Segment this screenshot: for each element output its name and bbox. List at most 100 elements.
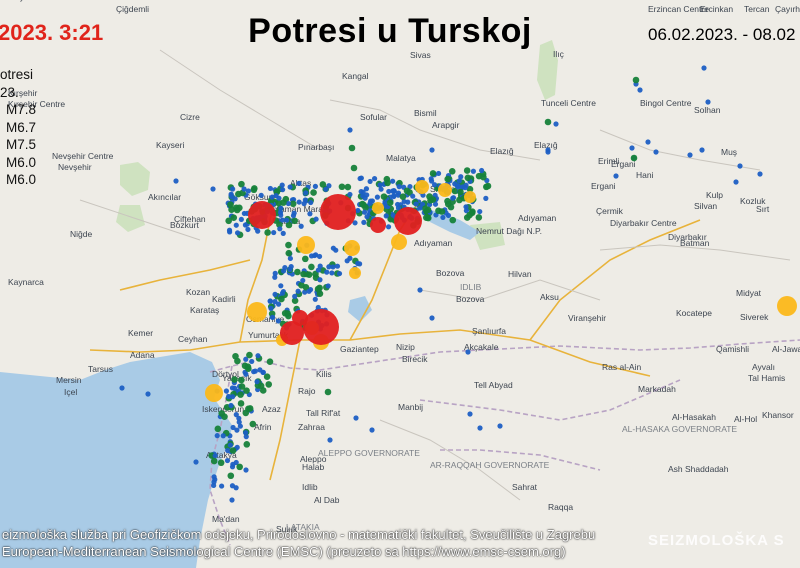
quake-marker-medium — [257, 382, 265, 390]
quake-marker-small — [243, 371, 249, 377]
quake-marker-medium — [266, 358, 274, 366]
quake-marker-large — [297, 236, 315, 254]
place-label: Kocatepe — [676, 308, 712, 318]
quake-marker-medium — [338, 183, 346, 191]
place-label: Al-Hasakah — [672, 412, 716, 422]
place-label: Diyarbakır Centre — [610, 218, 677, 228]
quake-marker-large — [464, 191, 476, 203]
place-label: Çermik — [596, 206, 624, 216]
quake-marker-medium — [444, 197, 451, 205]
quake-marker-medium — [386, 199, 394, 206]
quake-marker-small — [479, 167, 485, 174]
place-label: Karataş — [190, 305, 219, 315]
legend-item-5: M6.0 — [6, 172, 37, 187]
place-label: Tarsus — [88, 364, 113, 374]
quake-marker-small — [637, 87, 643, 93]
date-range: 06.02.2023. - 08.02 — [648, 25, 796, 44]
quake-marker-small — [219, 483, 225, 489]
place-label: Batman — [680, 238, 710, 248]
quake-marker-small — [385, 224, 392, 230]
quake-marker-small — [267, 298, 273, 304]
quake-marker-small — [357, 175, 363, 182]
place-label: Adıyaman — [518, 213, 557, 223]
map-canvas[interactable]: Çiğdemli Erzincan CentreErcinkan Tercan Çay… — [0, 0, 800, 568]
quake-marker-medium — [359, 200, 366, 208]
quake-marker-small — [281, 268, 287, 274]
place-label: Sahrat — [512, 482, 538, 492]
place-label: Ras al-Ain — [602, 362, 641, 372]
legend-heading: otresi — [0, 67, 34, 82]
place-label: Ma'dan — [212, 514, 240, 524]
place-label: Kulp — [706, 190, 723, 200]
legend-item-2: M6.7 — [6, 119, 37, 135]
quake-marker-small — [272, 274, 278, 280]
place-label: Sivas — [410, 50, 431, 60]
quake-marker-small — [378, 186, 384, 192]
quake-marker-medium — [237, 400, 245, 407]
quake-marker-small — [252, 368, 258, 374]
quake-marker-small — [757, 171, 763, 177]
quake-marker-small — [553, 121, 559, 127]
quake-marker-small — [470, 168, 476, 174]
quake-marker-small — [462, 185, 468, 191]
quake-marker-small — [229, 497, 235, 503]
place-label: Tal Hamis — [748, 373, 785, 383]
quake-marker-medium — [236, 463, 243, 471]
quake-marker-small — [429, 147, 435, 153]
quake-marker-small — [296, 199, 302, 205]
quake-marker-medium — [210, 457, 218, 465]
quake-marker-small — [334, 263, 341, 269]
quake-marker-medium — [403, 187, 411, 195]
place-label: Mersin — [56, 375, 82, 385]
quake-marker-small — [428, 176, 434, 182]
quake-marker-small — [497, 423, 503, 429]
place-label: Azaz — [262, 404, 281, 414]
quake-marker-small — [255, 353, 261, 359]
quake-marker-small — [333, 247, 339, 253]
quake-marker-small — [211, 474, 217, 480]
quake-marker-medium — [444, 175, 452, 183]
quake-marker-small — [374, 194, 380, 200]
quake-marker-large — [205, 384, 223, 402]
quake-marker-medium — [424, 206, 432, 214]
quake-marker-medium — [237, 391, 244, 398]
place-label: Nevşehir — [58, 162, 92, 172]
quake-marker-medium — [280, 199, 287, 206]
quake-marker-small — [316, 253, 323, 260]
quake-marker-small — [306, 288, 312, 294]
place-label: Bozova — [436, 268, 465, 278]
quake-marker-small — [234, 230, 241, 236]
place-label: Nusaybin — [0, 0, 36, 2]
quake-marker-small — [687, 152, 693, 158]
quake-marker-small — [455, 183, 461, 189]
quake-marker-small — [173, 178, 179, 184]
quake-marker-small — [280, 230, 286, 236]
place-label: Tall Rif'at — [306, 408, 341, 418]
place-label: Rajo — [298, 386, 316, 396]
quake-marker-small — [267, 185, 273, 192]
place-label: Bozova — [456, 294, 485, 304]
quake-marker-small — [429, 315, 435, 321]
quake-marker-medium — [264, 229, 271, 236]
quake-marker-small — [445, 212, 452, 219]
quake-marker-medium — [278, 295, 285, 303]
place-label: Kozan — [186, 287, 210, 297]
quake-marker-small — [230, 461, 236, 467]
quake-marker-small — [300, 277, 306, 284]
quake-marker-small — [329, 270, 335, 276]
quake-marker-medium — [285, 249, 293, 257]
quake-marker-medium — [475, 214, 483, 221]
quake-marker-small — [243, 467, 249, 473]
quake-marker-small — [227, 229, 233, 235]
quake-marker-small — [325, 283, 331, 289]
place-label: Niğde — [70, 229, 92, 239]
quake-marker-small — [391, 193, 397, 199]
quake-marker-small — [224, 457, 231, 464]
place-label: Kadirli — [212, 294, 236, 304]
quake-marker-small — [277, 226, 283, 232]
quake-marker-small — [268, 305, 274, 311]
place-label: Ayvalı — [752, 362, 775, 372]
place-label: Solhan — [694, 105, 721, 115]
place-label: Kangal — [342, 71, 369, 81]
quake-marker-small — [369, 427, 375, 433]
